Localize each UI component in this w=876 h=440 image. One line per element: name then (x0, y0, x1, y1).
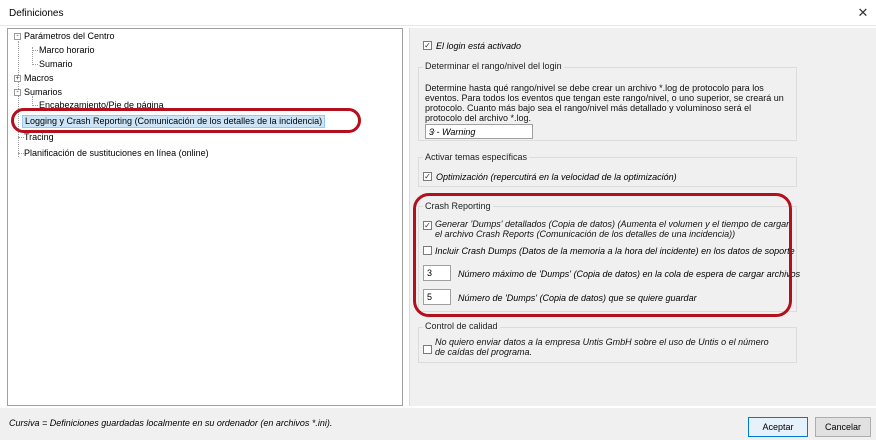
collapse-icon[interactable]: - (14, 89, 21, 96)
tree-item-parametros[interactable]: Parámetros del Centro (24, 31, 115, 42)
window-title: Definiciones (9, 8, 64, 19)
expand-icon[interactable]: + (14, 75, 21, 82)
tree-item-tracing[interactable]: Tracing (24, 132, 54, 143)
cancel-button[interactable]: Cancelar (815, 417, 871, 437)
collapse-icon[interactable]: - (14, 33, 21, 40)
login-checkbox[interactable]: ✓ (423, 41, 432, 50)
tree-item-sumarios[interactable]: Sumarios (24, 87, 62, 98)
tree-connector (32, 50, 38, 51)
title-bar: Definiciones ✕ (0, 0, 876, 26)
tree-item-planificacion[interactable]: Planificación de sustituciones en línea … (24, 148, 209, 159)
dialog-footer: Cursiva = Definiciones guardadas localme… (0, 408, 876, 440)
level-description: Determine hasta qué rango/nivel se debe … (425, 83, 784, 123)
close-icon[interactable]: ✕ (856, 5, 870, 21)
settings-tree: - Parámetros del Centro Marco horario Su… (7, 28, 403, 406)
quality-group-title: Control de calidad (423, 321, 500, 331)
level-group-title: Determinar el rango/nivel del login (423, 61, 564, 71)
accept-button[interactable]: Aceptar (748, 417, 808, 437)
settings-panel: ✓ El login está activado Determinar el r… (409, 28, 876, 406)
tree-item-sumario[interactable]: Sumario (39, 59, 73, 70)
topics-group-title: Activar temas específicas (423, 152, 530, 162)
login-label: El login está activado (436, 41, 522, 51)
optimization-label: Optimización (repercutirá en la velocida… (436, 172, 677, 182)
no-send-checkbox[interactable] (423, 345, 432, 354)
optimization-checkbox[interactable]: ✓ (423, 172, 432, 181)
tree-item-macros[interactable]: Macros (24, 73, 54, 84)
footer-note: Cursiva = Definiciones guardadas localme… (9, 418, 333, 428)
tree-connector (18, 41, 19, 157)
chevron-down-icon: ⌵ (429, 126, 436, 136)
tree-item-marco-horario[interactable]: Marco horario (39, 45, 95, 56)
highlight-oval (413, 193, 792, 317)
level-select[interactable]: 3 - Warning ⌵ (425, 124, 533, 139)
highlight-oval (11, 108, 361, 133)
no-send-label: No quiero enviar datos a la empresa Unti… (435, 337, 769, 357)
tree-connector (32, 105, 38, 106)
tree-connector (32, 64, 38, 65)
